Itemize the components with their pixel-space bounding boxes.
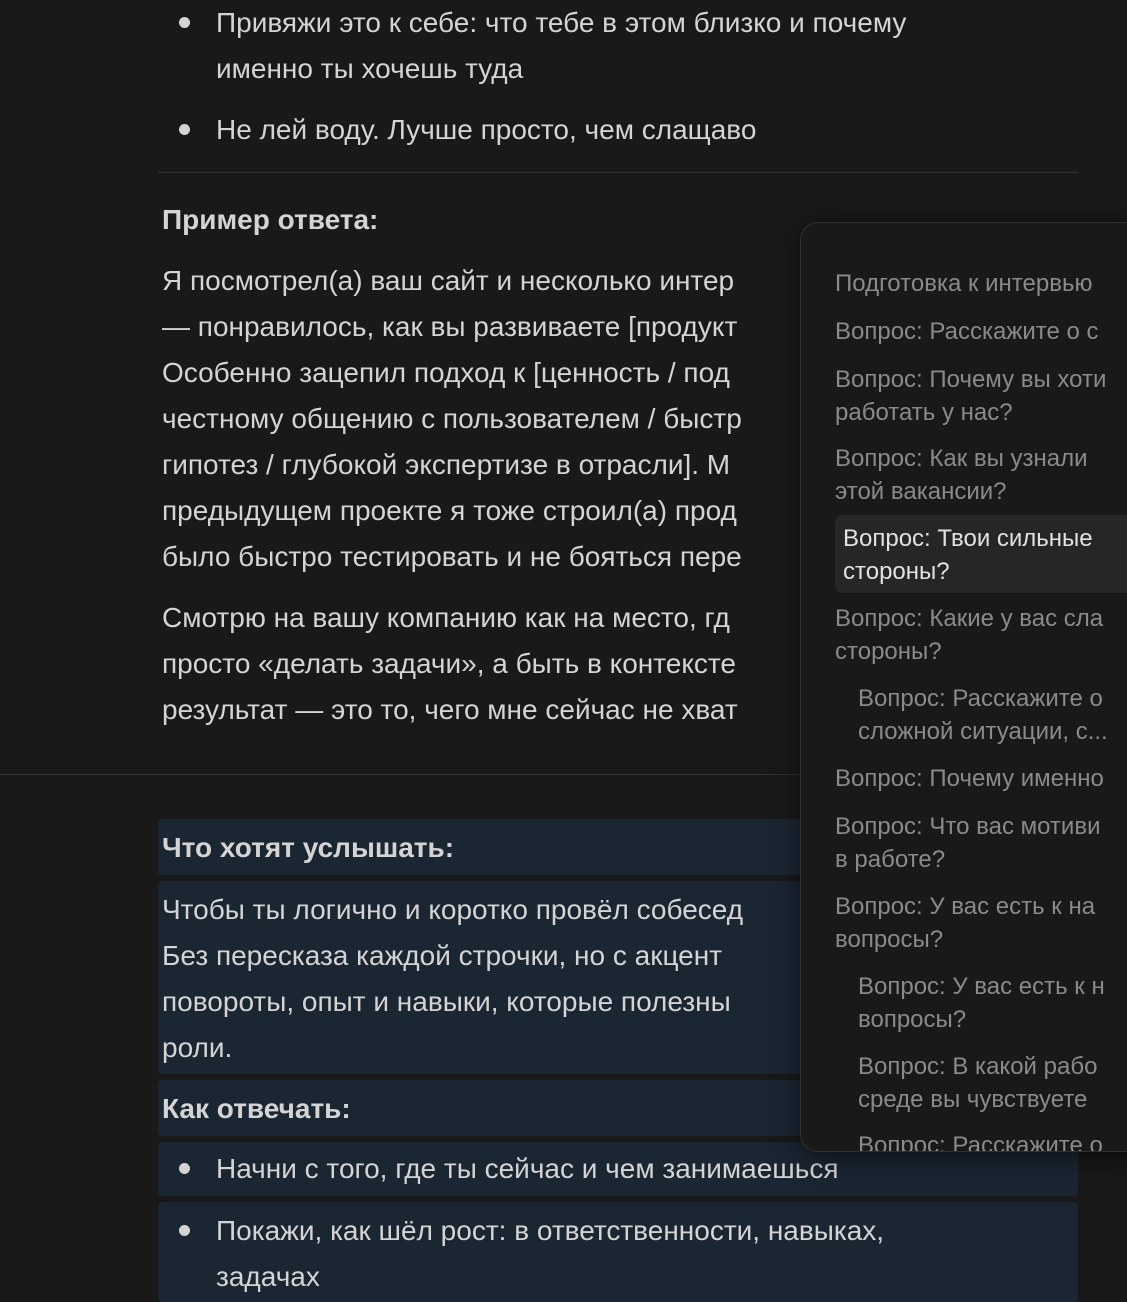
outline-item[interactable]: Вопрос: Почему именно	[835, 762, 1127, 795]
list-item: Не лей воду. Лучше просто, чем слащаво	[162, 107, 1078, 153]
paragraph-line: — понравилось, как вы развиваете [продук…	[162, 311, 738, 342]
outline-item[interactable]: Вопрос: Какие у вас сла стороны?	[835, 602, 1127, 668]
section-heading-example: Пример ответа:	[162, 204, 379, 235]
list-item-text: Привяжи это к себе: что тебе в этом близ…	[216, 7, 907, 38]
paragraph-line: гипотез / глубокой экспертизе в отрасли]…	[162, 449, 731, 480]
bullet-icon	[162, 0, 216, 92]
outline-panel: Подготовка к интервью Вопрос: Расскажите…	[800, 222, 1127, 1152]
list-item-text: Не лей воду. Лучше просто, чем слащаво	[216, 114, 757, 145]
paragraph-line: Я посмотрел(а) ваш сайт и несколько инте…	[162, 265, 735, 296]
example-paragraph: Смотрю на вашу компанию как на место, гд…	[162, 595, 822, 733]
list-item-text: Покажи, как шёл рост: в ответственности,…	[216, 1215, 885, 1246]
bullet-icon	[162, 1208, 216, 1300]
paragraph-line: Особенно зацепил подход к [ценность / по…	[162, 357, 730, 388]
list-item: Покажи, как шёл рост: в ответственности,…	[162, 1208, 1074, 1300]
outline-item-active[interactable]: Вопрос: Твои сильные стороны?	[843, 522, 1127, 588]
outline-item[interactable]: Вопрос: У вас есть к на вопросы?	[835, 890, 1127, 956]
paragraph-line: предыдущем проекте я тоже строил(а) прод	[162, 495, 737, 526]
outline-item[interactable]: Подготовка к интервью	[835, 267, 1127, 300]
list-item-text: именно ты хочешь туда	[216, 53, 524, 84]
list-item-text: Начни с того, где ты сейчас и чем занима…	[216, 1153, 839, 1184]
paragraph-line: Смотрю на вашу компанию как на место, гд	[162, 602, 730, 633]
outline-item[interactable]: Вопрос: Расскажите о с	[835, 315, 1127, 348]
paragraph-line: результат — это то, чего мне сейчас не х…	[162, 694, 738, 725]
bullet-icon	[162, 107, 216, 153]
list-item-text: задачах	[216, 1261, 320, 1292]
outline-subitem[interactable]: Вопрос: Расскажите о	[858, 1129, 1127, 1151]
outline-subitem[interactable]: Вопрос: У вас есть к н вопросы?	[858, 970, 1127, 1036]
outline-subitem[interactable]: Вопрос: В какой рабо среде вы чувствуете	[858, 1050, 1127, 1116]
outline-item[interactable]: Вопрос: Как вы узнали этой вакансии?	[835, 442, 1127, 508]
highlight-block: Покажи, как шёл рост: в ответственности,…	[158, 1202, 1078, 1302]
outline-item[interactable]: Вопрос: Почему вы хоти работать у нас?	[835, 363, 1127, 429]
paragraph-line: просто «делать задачи», а быть в контекс…	[162, 648, 736, 679]
list-item: Привяжи это к себе: что тебе в этом близ…	[162, 0, 1078, 92]
example-paragraph: Я посмотрел(а) ваш сайт и несколько инте…	[162, 258, 822, 580]
paragraph-line: честному общению с пользователем / быстр	[162, 403, 742, 434]
outline-subitem[interactable]: Вопрос: Расскажите о сложной ситуации, с…	[858, 682, 1127, 748]
paragraph-line: было быстро тестировать и не бояться пер…	[162, 541, 742, 572]
list-item: Начни с того, где ты сейчас и чем занима…	[162, 1146, 1074, 1192]
outline-item[interactable]: Вопрос: Что вас мотиви в работе?	[835, 810, 1127, 876]
divider	[158, 172, 1078, 173]
bullet-icon	[162, 1146, 216, 1192]
